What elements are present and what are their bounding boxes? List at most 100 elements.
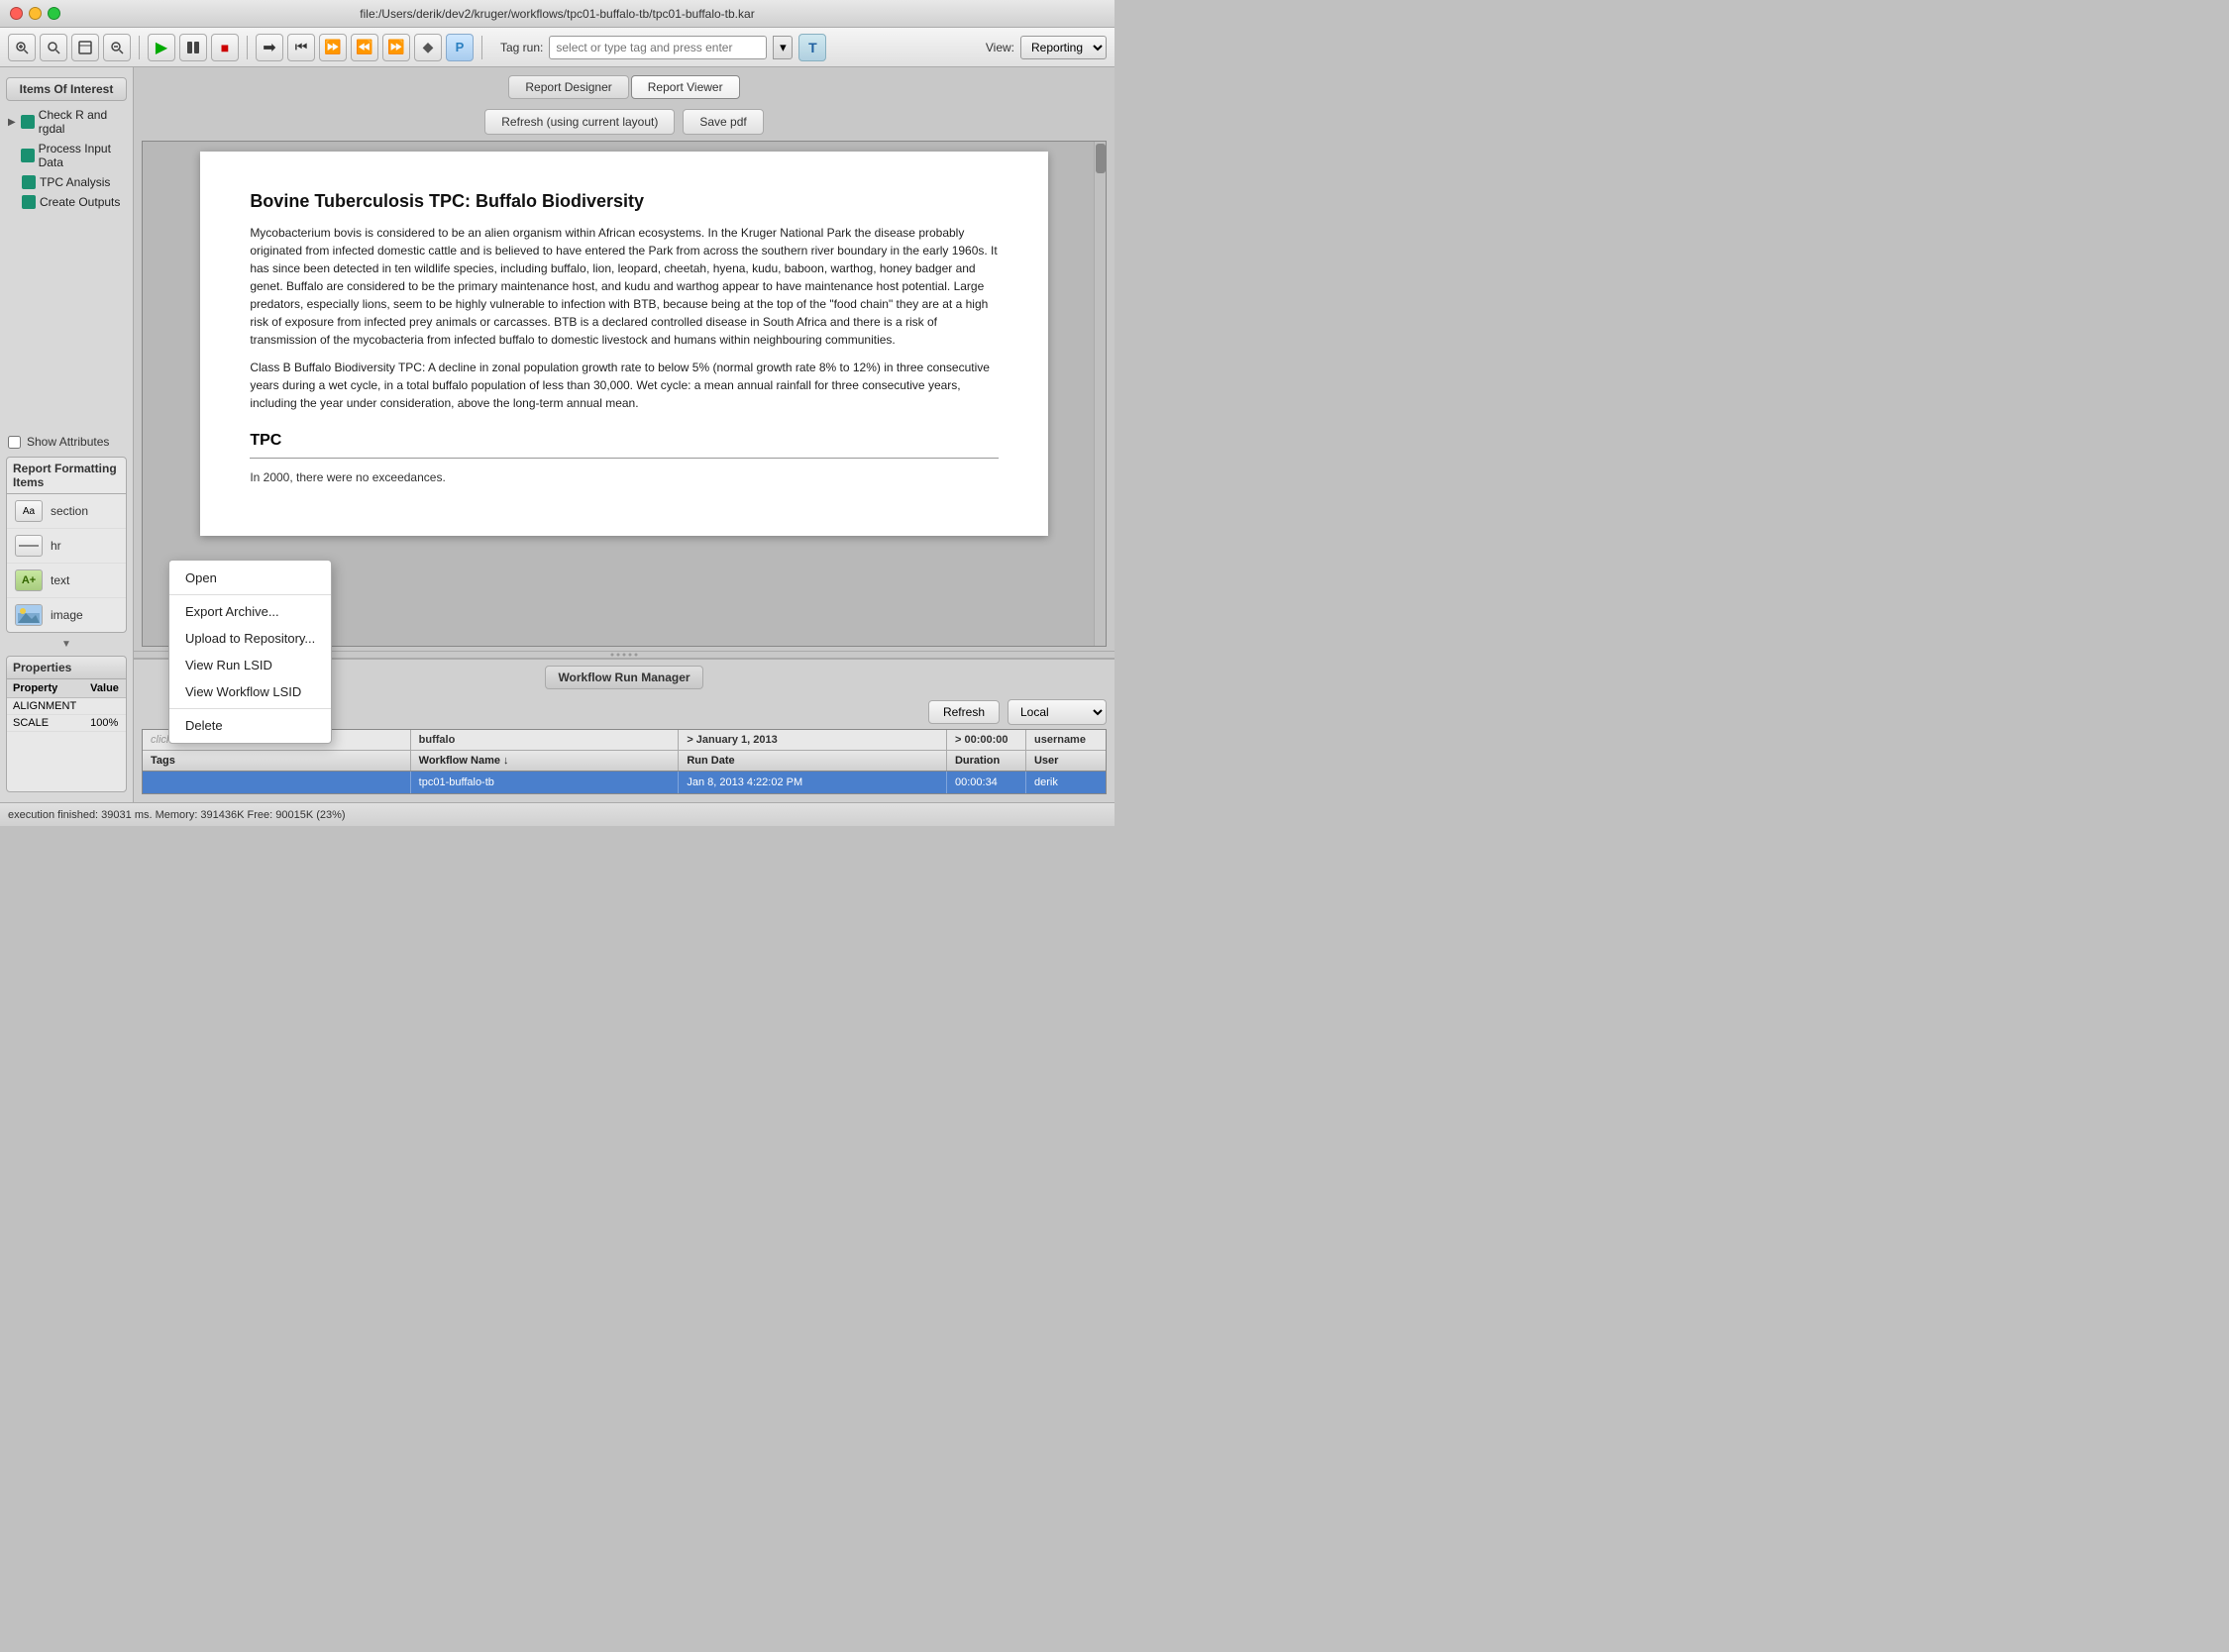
ctx-separator-2	[169, 708, 331, 709]
tab-report-viewer[interactable]: Report Viewer	[631, 75, 740, 99]
formatting-item-hr[interactable]: hr	[7, 529, 126, 564]
prop-alignment-label: ALIGNMENT	[7, 698, 84, 715]
status-bar: execution finished: 39031 ms. Memory: 39…	[0, 802, 1114, 826]
maximize-button[interactable]	[48, 7, 60, 20]
properties-content-area	[7, 732, 126, 791]
tree-icon-process-input	[21, 149, 35, 162]
tree-label-create-outputs: Create Outputs	[40, 195, 120, 209]
report-formatting-title: Report Formatting Items	[7, 458, 126, 494]
workflow-refresh-button[interactable]: Refresh	[928, 700, 1000, 724]
text-label: text	[51, 573, 69, 587]
report-paragraph2: Class B Buffalo Biodiversity TPC: A decl…	[250, 359, 998, 412]
ctx-upload-repository[interactable]: Upload to Repository...	[169, 625, 331, 652]
show-attributes-checkbox[interactable]	[8, 436, 21, 449]
tree-item-create-outputs[interactable]: ▶ Create Outputs	[0, 192, 133, 212]
p-button[interactable]: P	[446, 34, 474, 61]
section-label: section	[51, 504, 88, 518]
workflow-manager-title: Workflow Run Manager	[545, 666, 702, 689]
ctx-delete[interactable]: Delete	[169, 712, 331, 739]
ctx-view-workflow-lsid[interactable]: View Workflow LSID	[169, 678, 331, 705]
panel-scroll-down-arrow[interactable]: ▼	[0, 637, 133, 652]
toolbar-separator-2	[247, 36, 248, 59]
tree-item-process-input[interactable]: ▶ Process Input Data	[0, 139, 133, 172]
show-attributes-label: Show Attributes	[27, 435, 109, 449]
skip-to-start-button[interactable]: ⏮	[287, 34, 315, 61]
tag-run-area: Tag run: ▾ T	[500, 34, 826, 61]
back-button[interactable]: ⏪	[382, 34, 410, 61]
properties-panel: Properties Property Value ALIGNMENT SCAL…	[6, 656, 127, 792]
tab-report-designer[interactable]: Report Designer	[508, 75, 628, 99]
search-duration[interactable]: > 00:00:00	[947, 730, 1026, 750]
col-run-date[interactable]: Run Date	[679, 751, 947, 771]
hr-icon	[15, 535, 43, 557]
prop-scale-value: 100%	[84, 715, 126, 732]
col-user[interactable]: User	[1026, 751, 1106, 771]
tree-item-check-r[interactable]: ▶ Check R and rgdal	[0, 105, 133, 139]
prop-scale-label: SCALE	[7, 715, 84, 732]
header-row: Tags Workflow Name ↓ Run Date Duration U…	[143, 751, 1106, 772]
cell-duration: 00:00:34	[947, 772, 1026, 793]
zoom-fit-button[interactable]	[40, 34, 67, 61]
ctx-view-run-lsid[interactable]: View Run LSID	[169, 652, 331, 678]
refresh-layout-button[interactable]: Refresh (using current layout)	[484, 109, 675, 135]
zoom-out-button[interactable]	[103, 34, 131, 61]
show-attributes-row: Show Attributes	[0, 431, 133, 453]
main-area: Items Of Interest ▶ Check R and rgdal ▶ …	[0, 67, 1114, 802]
tree-icon-create-outputs	[22, 195, 36, 209]
formatting-item-text[interactable]: A+ text	[7, 564, 126, 598]
report-tpc-title: TPC	[250, 432, 998, 450]
section-icon: Aa	[15, 500, 43, 522]
view-select[interactable]: Reporting Workflow Data	[1020, 36, 1107, 59]
forward-button[interactable]: ⏩	[351, 34, 378, 61]
tag-run-dropdown[interactable]: ▾	[773, 36, 793, 59]
ctx-separator-1	[169, 594, 331, 595]
col-duration[interactable]: Duration	[947, 751, 1026, 771]
ctx-open[interactable]: Open	[169, 565, 331, 591]
col-workflow-name[interactable]: Workflow Name ↓	[411, 751, 680, 771]
tree-item-tpc-analysis[interactable]: ▶ TPC Analysis	[0, 172, 133, 192]
properties-table: Property Value ALIGNMENT SCALE 100%	[7, 679, 126, 732]
left-panel: Items Of Interest ▶ Check R and rgdal ▶ …	[0, 67, 134, 802]
tag-run-input[interactable]	[549, 36, 767, 59]
report-scrollbar[interactable]	[1094, 142, 1106, 646]
formatting-item-image[interactable]: image	[7, 598, 126, 632]
properties-title: Properties	[7, 657, 126, 679]
stop-button[interactable]: ■	[211, 34, 239, 61]
workflow-local-select[interactable]: Local	[1008, 699, 1107, 725]
properties-row-scale: SCALE 100%	[7, 715, 126, 732]
items-of-interest-label: Items Of Interest	[6, 77, 127, 101]
table-row[interactable]: tpc01-buffalo-tb Jan 8, 2013 4:22:02 PM …	[143, 772, 1106, 793]
report-formatting-panel: Report Formatting Items Aa section hr A+…	[6, 457, 127, 633]
view-label: View:	[986, 41, 1014, 54]
zoom-in-button[interactable]	[8, 34, 36, 61]
report-scrollbar-thumb[interactable]	[1096, 144, 1106, 173]
formatting-item-section[interactable]: Aa section	[7, 494, 126, 529]
cell-user: derik	[1026, 772, 1106, 793]
save-pdf-button[interactable]: Save pdf	[683, 109, 763, 135]
col-tags[interactable]: Tags	[143, 751, 411, 771]
toolbar-separator-3	[481, 36, 482, 59]
report-tpc-divider	[250, 458, 998, 459]
search-run-date[interactable]: > January 1, 2013	[679, 730, 947, 750]
diamond-button[interactable]: ◆	[414, 34, 442, 61]
cell-workflow-name: tpc01-buffalo-tb	[411, 772, 680, 793]
tag-run-t-button[interactable]: T	[798, 34, 826, 61]
view-area: View: Reporting Workflow Data	[986, 36, 1107, 59]
search-workflow-name[interactable]: buffalo	[411, 730, 680, 750]
ctx-export-archive[interactable]: Export Archive...	[169, 598, 331, 625]
play-button[interactable]: ▶	[148, 34, 175, 61]
fast-forward-button[interactable]: ⏩	[319, 34, 347, 61]
window-title: file:/Users/derik/dev2/kruger/workflows/…	[360, 7, 754, 21]
tree-label-process-input: Process Input Data	[39, 142, 125, 169]
report-actions: Refresh (using current layout) Save pdf	[134, 103, 1114, 141]
report-page: Bovine Tuberculosis TPC: Buffalo Biodive…	[200, 152, 1047, 536]
title-bar: file:/Users/derik/dev2/kruger/workflows/…	[0, 0, 1114, 28]
zoom-view-button[interactable]	[71, 34, 99, 61]
layout-button[interactable]	[179, 34, 207, 61]
prop-alignment-value	[84, 698, 126, 715]
close-button[interactable]	[10, 7, 23, 20]
minimize-button[interactable]	[29, 7, 42, 20]
right-arrow-button[interactable]: ➡	[256, 34, 283, 61]
status-text: execution finished: 39031 ms. Memory: 39…	[8, 809, 346, 821]
search-user[interactable]: username	[1026, 730, 1106, 750]
